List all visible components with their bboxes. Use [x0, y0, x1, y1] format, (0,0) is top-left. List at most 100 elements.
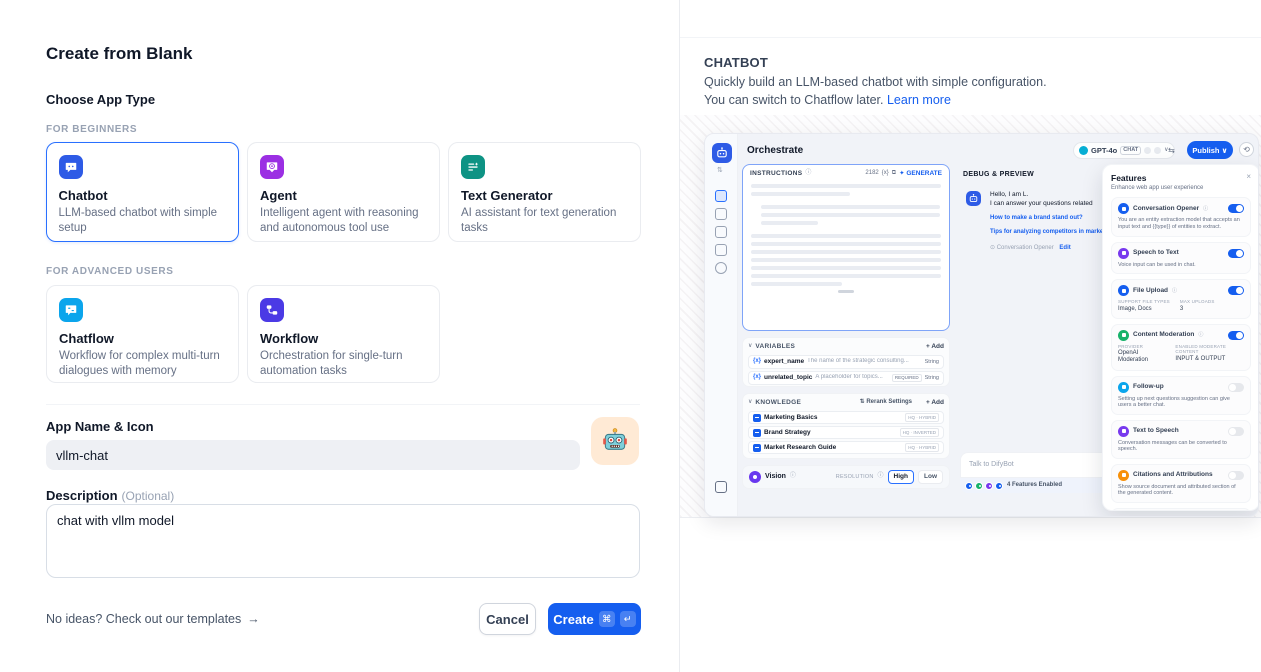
history-icon: ⟲	[1239, 142, 1254, 157]
toggle-on	[1228, 249, 1244, 258]
toggle-off	[1228, 427, 1244, 436]
mini-model-selector: GPT-4o CHAT ∨	[1073, 142, 1175, 159]
for-advanced-label: FOR ADVANCED USERS	[46, 266, 173, 277]
feature-dot-icon	[985, 482, 993, 490]
card-title: Workflow	[260, 331, 427, 346]
mini-nav-orchestrate-icon	[715, 190, 727, 202]
description-textarea[interactable]: chat with vllm model	[46, 504, 640, 578]
conversation-opener-icon	[1118, 203, 1129, 214]
section-divider	[46, 404, 640, 405]
document-icon	[753, 414, 761, 422]
mini-nav-icon	[715, 226, 727, 238]
learn-more-link[interactable]: Learn more	[887, 93, 951, 107]
model-provider-icon	[1079, 146, 1088, 155]
rerank-icon: ⇅	[860, 399, 865, 405]
mini-debug-title: DEBUG & PREVIEW	[963, 171, 1034, 179]
toggle-on	[1228, 331, 1244, 340]
card-desc: AI assistant for text generation tasks	[461, 206, 628, 236]
card-desc: Workflow for complex multi-turn dialogue…	[59, 349, 226, 379]
toggle-off	[1228, 471, 1244, 480]
mini-swap-icon: ⇅	[717, 167, 723, 175]
mini-vision-row: Vision ⓘ RESOLUTION ⓘ High Low	[742, 465, 950, 489]
file-upload-icon	[1118, 285, 1129, 296]
copy-icon: ⧉	[892, 170, 896, 177]
resolution-low-button: Low	[918, 470, 943, 484]
toggle-on	[1228, 286, 1244, 295]
page-title: Create from Blank	[46, 44, 192, 64]
app-type-card-chatflow[interactable]: Chatflow Workflow for complex multi-turn…	[46, 285, 239, 383]
mini-app-icon	[712, 143, 732, 163]
speech-to-text-icon	[1118, 248, 1129, 259]
mini-variables-panel: ∨ VARIABLES + Add {x} expert_name The na…	[742, 337, 950, 387]
app-type-card-chatbot[interactable]: Chatbot LLM-based chatbot with simple se…	[46, 142, 239, 242]
knowledge-row: Brand Strategy HQ · INVERTED	[748, 426, 944, 439]
app-type-card-workflow[interactable]: Workflow Orchestration for single-turn a…	[247, 285, 440, 383]
mini-publish-button: Publish ∨	[1187, 141, 1233, 159]
enter-key-icon: ↵	[620, 611, 636, 627]
feature-item-content-moderation: Content Moderation ⓘ PROVIDEROpenAI Mode…	[1111, 324, 1251, 371]
feature-item-citations: Citations and Attributions Show source d…	[1111, 464, 1251, 503]
placeholder-text-lines	[743, 181, 949, 293]
card-title: Agent	[260, 188, 427, 203]
citations-icon	[1118, 470, 1129, 481]
gear-icon	[1154, 147, 1161, 154]
text-to-speech-icon	[1118, 426, 1129, 437]
info-icon: ⓘ	[805, 170, 811, 177]
variable-row: {x} unrelated_topic A placeholder for to…	[748, 371, 944, 385]
app-type-card-text-generator[interactable]: Text Generator AI assistant for text gen…	[448, 142, 641, 242]
info-icon: ⓘ	[790, 473, 796, 480]
document-icon	[753, 444, 761, 452]
chevron-down-icon: ∨	[1222, 146, 1228, 155]
info-icon: ⓘ	[1198, 332, 1203, 338]
feature-dot-icon	[975, 482, 983, 490]
cancel-button[interactable]: Cancel	[479, 603, 536, 635]
card-desc: LLM-based chatbot with simple setup	[59, 206, 227, 236]
mini-instructions-card: INSTRUCTIONS ⓘ 2182 {x} ⧉ ✦ GENERATE	[742, 164, 950, 331]
description-label-row: Description (Optional)	[46, 488, 174, 503]
feature-item-file-upload: File Upload ⓘ SUPPORT FILE TYPESImage, D…	[1111, 279, 1251, 319]
app-name-input[interactable]	[46, 440, 580, 470]
mini-nav-icon	[715, 208, 727, 220]
create-button[interactable]: Create ⌘ ↵	[548, 603, 641, 635]
app-type-card-agent[interactable]: Agent Intelligent agent with reasoning a…	[247, 142, 440, 242]
chatflow-icon	[59, 298, 83, 322]
mini-title: Orchestrate	[747, 145, 803, 157]
chat-greeting: Hello, I am L.	[990, 191, 1028, 199]
mini-nav-icon	[715, 262, 727, 274]
robot-emoji-icon	[601, 427, 629, 455]
card-title: Chatflow	[59, 331, 226, 346]
arrow-right-icon: →	[247, 612, 260, 626]
feature-dot-icon	[965, 482, 973, 490]
create-app-modal: Create from Blank Choose App Type FOR BE…	[0, 0, 679, 672]
chevron-down-icon: ∨	[748, 399, 752, 406]
info-icon: ⓘ	[878, 473, 884, 480]
workflow-icon	[260, 298, 284, 322]
chatbot-icon	[59, 155, 83, 179]
preview-pane: CHATBOT Quickly build an LLM-based chatb…	[679, 0, 1261, 672]
description-label: Description	[46, 488, 118, 503]
card-title: Text Generator	[461, 188, 628, 203]
rerank-settings-button: ⇅ Rerank Settings	[860, 399, 912, 406]
mic-icon	[1144, 147, 1151, 154]
cmd-key-icon: ⌘	[599, 611, 615, 627]
resolution-high-button: High	[888, 470, 914, 484]
feature-item-text-to-speech: Text to Speech Conversation messages can…	[1111, 420, 1251, 459]
preview-description: Quickly build an LLM-based chatbot with …	[704, 73, 1056, 109]
text-generator-icon	[461, 155, 485, 179]
agent-icon	[260, 155, 284, 179]
generate-button: ✦ GENERATE	[899, 170, 942, 178]
description-optional: (Optional)	[122, 489, 175, 503]
mini-nav-icon	[715, 244, 727, 256]
choose-app-type-label: Choose App Type	[46, 92, 155, 107]
app-icon-button[interactable]	[591, 417, 639, 465]
mini-features-panel: Features × Enhance web app user experien…	[1102, 164, 1259, 511]
templates-link[interactable]: No ideas? Check out our templates →	[46, 612, 260, 626]
chevron-down-icon: ∨	[748, 343, 752, 350]
app-name-label: App Name & Icon	[46, 419, 154, 434]
opener-icon: ⊙	[990, 245, 995, 251]
follow-up-icon	[1118, 382, 1129, 393]
for-beginners-label: FOR BEGINNERS	[46, 124, 137, 135]
info-icon: ⓘ	[1172, 288, 1177, 294]
card-desc: Orchestration for single-turn automation…	[260, 349, 427, 379]
variable-row: {x} expert_name The name of the strategi…	[748, 355, 944, 369]
